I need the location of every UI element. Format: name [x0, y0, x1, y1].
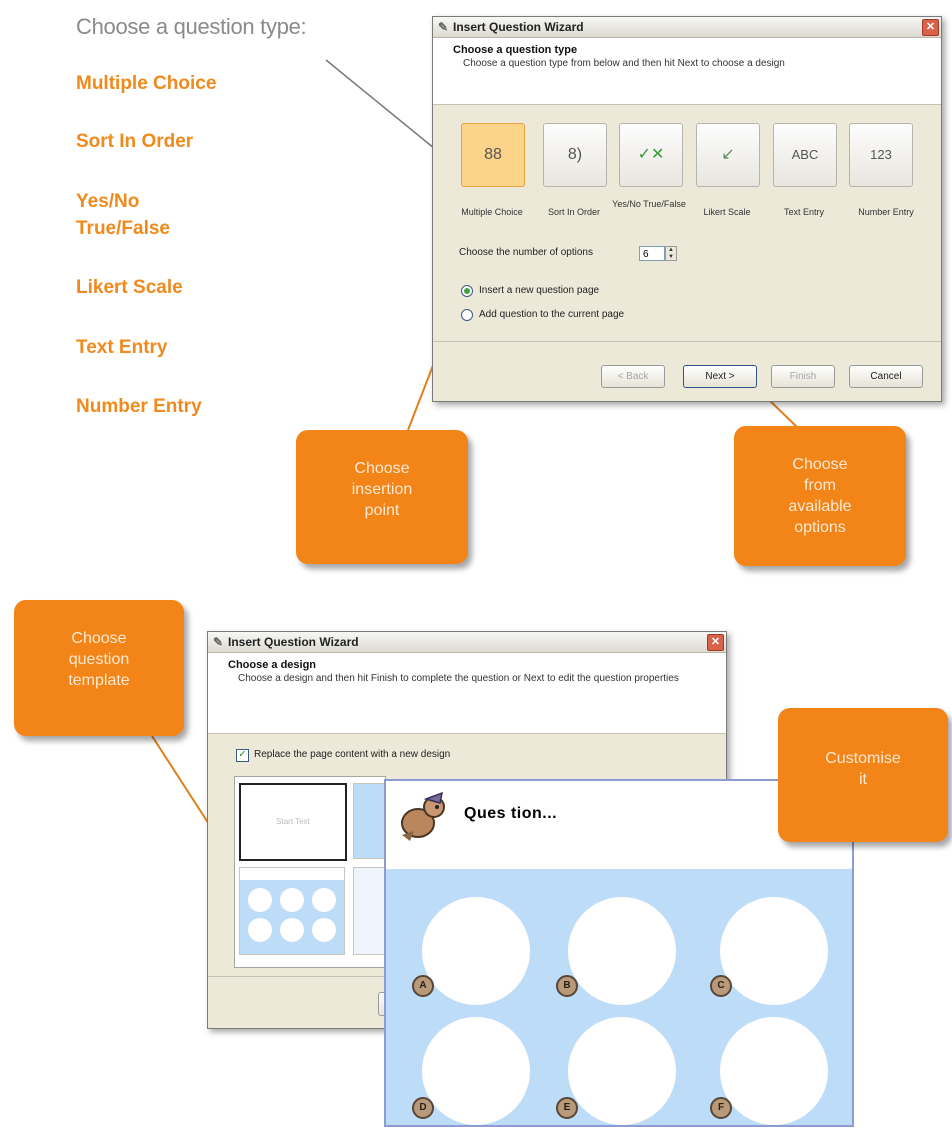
callout-choose-insertion-point: Choose insertion point — [296, 430, 468, 564]
wizard-icon: ✎ — [213, 635, 224, 649]
wizard1-title: Insert Question Wizard — [453, 20, 584, 34]
back-button[interactable]: < Back — [601, 365, 665, 388]
likert-scale-icon[interactable]: ↙ — [696, 123, 760, 187]
answer-bubble-e[interactable] — [568, 1017, 676, 1125]
answer-badge-e[interactable]: E — [556, 1097, 578, 1119]
answer-bubble-a[interactable] — [422, 897, 530, 1005]
text-entry-icon[interactable]: ABC — [773, 123, 837, 187]
answer-bubble-c[interactable] — [720, 897, 828, 1005]
number-entry-icon[interactable]: 123 — [849, 123, 913, 187]
radio-insert-new-page[interactable] — [461, 285, 473, 297]
options-count-row: Choose the number of options 6 ▲ ▼ — [459, 246, 699, 262]
label-sort-in-order: Sort In Order — [547, 207, 601, 217]
multiple-choice-icon[interactable]: 88 — [461, 123, 525, 187]
callout-choose-available-options: Choose from available options — [734, 426, 906, 566]
add-to-current-page-label: Add question to the current page — [479, 309, 625, 320]
template-blank[interactable]: Start Text — [239, 783, 347, 861]
wizard2-header: Choose a design Choose a design and then… — [208, 653, 726, 734]
yes-no-icon[interactable]: ✓✕ — [619, 123, 683, 187]
wizard1-titlebar: ✎ Insert Question Wizard ✕ — [433, 17, 941, 38]
wizard1-header-title: Choose a question type — [453, 44, 578, 56]
template-rows[interactable] — [353, 867, 385, 955]
wizard2-header-title: Choose a design — [228, 659, 317, 671]
insert-question-wizard-type: ✎ Insert Question Wizard ✕ Choose a ques… — [432, 16, 942, 402]
sort-in-order-icon[interactable]: 8) — [543, 123, 607, 187]
wizard2-header-subtitle: Choose a design and then hit Finish to c… — [238, 673, 679, 684]
cancel-button[interactable]: Cancel — [849, 365, 923, 388]
options-count-input[interactable]: 6 — [639, 246, 665, 261]
template-blank-text: Start Text — [276, 817, 310, 826]
answer-badge-c[interactable]: C — [710, 975, 732, 997]
insert-new-page-label: Insert a new question page — [479, 285, 600, 296]
answer-bubble-d[interactable] — [422, 1017, 530, 1125]
template-circles[interactable] — [239, 867, 345, 955]
wizard2-titlebar: ✎ Insert Question Wizard ✕ — [208, 632, 726, 653]
label-likert-scale: Likert Scale — [703, 207, 751, 217]
label-text-entry: Text Entry — [783, 207, 824, 217]
replace-content-checkbox[interactable]: ✓ — [236, 749, 249, 762]
wizard1-buttons: < Back Next > Finish Cancel — [601, 365, 931, 388]
radio-add-to-current-page[interactable] — [461, 309, 473, 321]
wizard2-title: Insert Question Wizard — [228, 635, 359, 649]
insert-location-group: Insert a new question page Add question … — [461, 285, 741, 325]
question-type-labels: Multiple Choice Sort In Order Yes/No Tru… — [453, 197, 937, 227]
question-title[interactable]: Ques tion... — [464, 805, 557, 823]
options-count-stepper[interactable]: ▲ ▼ — [665, 246, 677, 261]
template-list[interactable]: Start Text — [234, 776, 386, 968]
finish-button[interactable]: Finish — [771, 365, 835, 388]
next-button[interactable]: Next > — [683, 365, 757, 388]
wizard1-divider — [433, 341, 941, 342]
callout-choose-question-template: Choose question template — [14, 600, 184, 736]
wizard1-header: Choose a question type Choose a question… — [433, 38, 941, 105]
mascot-icon — [401, 791, 445, 841]
answer-bubble-b[interactable] — [568, 897, 676, 1005]
answer-badge-b[interactable]: B — [556, 975, 578, 997]
answer-badge-a[interactable]: A — [412, 975, 434, 997]
question-type-icons: 88 8) ✓✕ ↙ ABC 123 — [461, 123, 931, 187]
replace-content-label: Replace the page content with a new desi… — [254, 749, 451, 760]
answer-bubble-f[interactable] — [720, 1017, 828, 1125]
callout-customise-it: Customise it — [778, 708, 948, 842]
close-button[interactable]: ✕ — [922, 19, 939, 36]
label-yes-no: Yes/No True/False — [612, 199, 686, 209]
wizard1-header-subtitle: Choose a question type from below and th… — [463, 58, 785, 69]
wizard-icon: ✎ — [438, 20, 449, 34]
template-list-design[interactable] — [353, 783, 385, 859]
close-button[interactable]: ✕ — [707, 634, 724, 651]
answer-badge-f[interactable]: F — [710, 1097, 732, 1119]
options-count-label: Choose the number of options — [459, 247, 593, 258]
label-number-entry: Number Entry — [858, 207, 914, 217]
answer-badge-d[interactable]: D — [412, 1097, 434, 1119]
label-multiple-choice: Multiple Choice — [461, 207, 523, 217]
